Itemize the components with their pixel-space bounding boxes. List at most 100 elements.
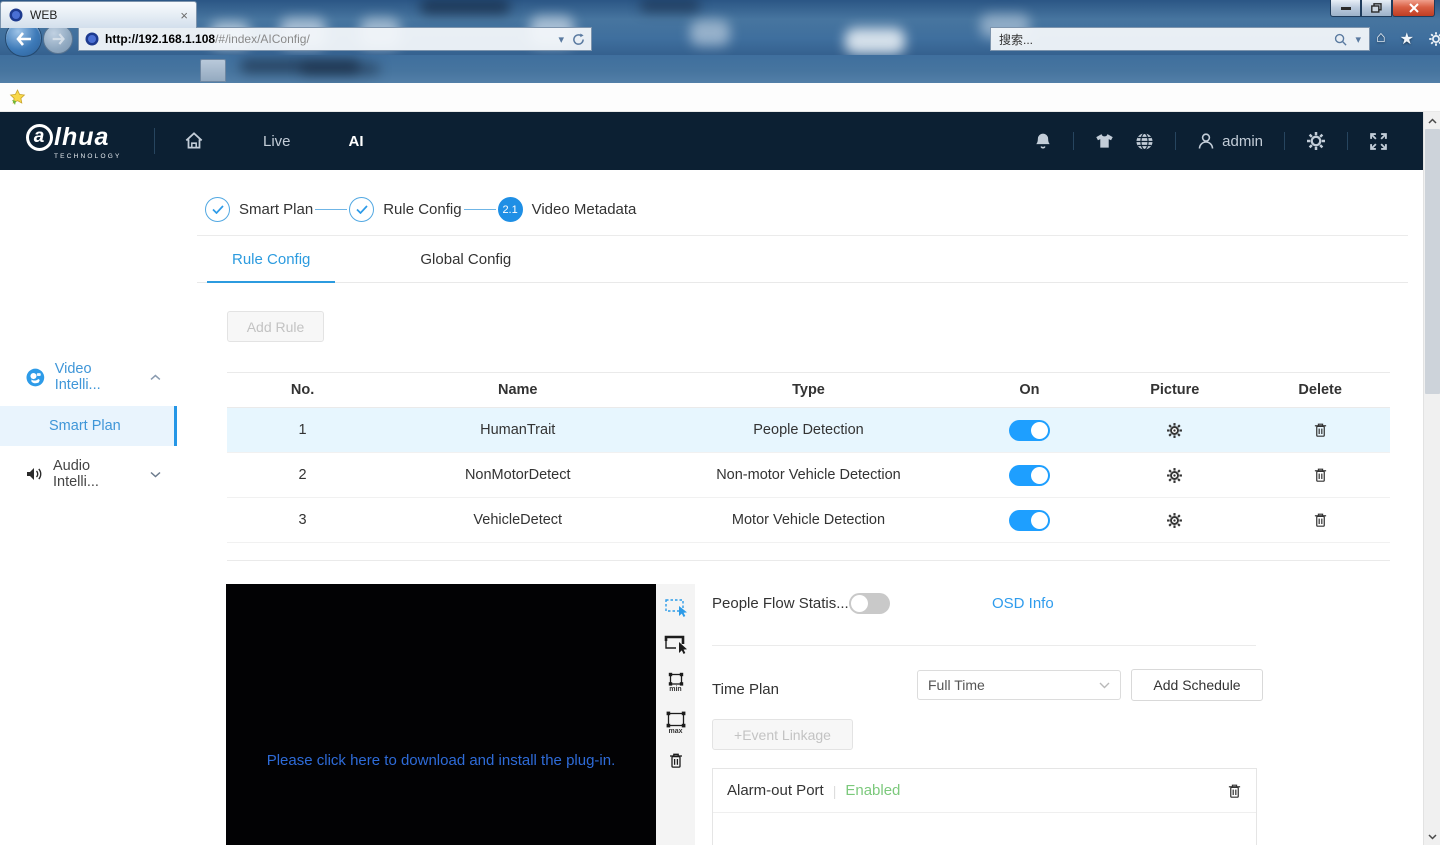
tab-global-config[interactable]: Global Config (395, 243, 536, 283)
page-favicon (85, 32, 99, 46)
rule-table: No. Name Type On Picture Delete 1 HumanT… (227, 372, 1390, 561)
rule-on-toggle[interactable] (1009, 465, 1050, 486)
divider (154, 128, 155, 154)
search-dropdown-icon[interactable]: ▾ (1355, 33, 1361, 46)
step-label[interactable]: Rule Config (383, 201, 461, 218)
scrollbar-thumb[interactable] (1425, 129, 1440, 394)
search-input[interactable]: 搜索... ▾ (990, 27, 1370, 51)
sidebar-item-video-intelligence[interactable]: Video Intelli... (0, 358, 177, 396)
picture-config-gear-icon[interactable] (1166, 422, 1183, 439)
aero-ghost (845, 28, 905, 54)
delete-drawing-icon[interactable] (664, 752, 688, 769)
logo-subtext: TECHNOLOGY (54, 153, 146, 160)
alarm-out-status: Enabled (845, 782, 900, 799)
add-rule-button[interactable]: Add Rule (227, 311, 324, 342)
col-on: On (960, 382, 1100, 398)
cell-name: NonMotorDetect (378, 467, 657, 483)
alarm-out-label: Alarm-out Port (727, 782, 824, 799)
page-scrollbar[interactable] (1423, 112, 1440, 845)
user-icon (1197, 132, 1215, 150)
tab-title: WEB (30, 8, 57, 22)
step-label[interactable]: Video Metadata (532, 201, 637, 218)
people-flow-toggle[interactable] (849, 593, 890, 614)
shirt-icon[interactable] (1095, 133, 1114, 150)
back-icon (18, 33, 31, 45)
rule-on-toggle[interactable] (1009, 510, 1050, 531)
table-row[interactable]: 3 VehicleDetect Motor Vehicle Detection (227, 498, 1390, 543)
picture-config-gear-icon[interactable] (1166, 512, 1183, 529)
col-name: Name (378, 382, 657, 398)
table-row[interactable]: 1 HumanTrait People Detection (227, 408, 1390, 453)
nav-item-live[interactable]: Live (263, 133, 291, 150)
divider (1347, 132, 1348, 150)
table-row[interactable]: 2 NonMotorDetect Non-motor Vehicle Detec… (227, 453, 1390, 498)
max-size-icon[interactable]: max (664, 710, 688, 735)
delete-trash-icon[interactable] (1313, 512, 1328, 528)
minimize-button[interactable] (1330, 0, 1361, 17)
fullscreen-icon[interactable] (1369, 132, 1388, 151)
step-done-icon (349, 197, 374, 222)
draw-toolbar: min max (656, 584, 695, 845)
bell-icon[interactable] (1034, 132, 1052, 151)
tab-close-icon[interactable]: × (180, 9, 188, 22)
tab-rule-config[interactable]: Rule Config (207, 243, 335, 283)
aero-ghost (690, 20, 730, 46)
close-button[interactable] (1392, 0, 1435, 17)
home-icon[interactable] (183, 130, 205, 152)
people-flow-label: People Flow Statis... (712, 595, 849, 612)
picture-config-gear-icon[interactable] (1166, 467, 1183, 484)
step-connector (315, 209, 347, 210)
step-connector (464, 209, 496, 210)
new-tab-button[interactable] (200, 59, 226, 82)
col-picture: Picture (1099, 382, 1250, 398)
settings-gear-icon[interactable] (1306, 131, 1326, 151)
favorite-star-icon[interactable] (9, 89, 26, 106)
step-label[interactable]: Smart Plan (239, 201, 313, 218)
cell-no: 3 (227, 512, 378, 528)
browser-tab[interactable]: WEB × (0, 1, 197, 28)
sidebar-item-label: Audio Intelli... (53, 458, 140, 490)
rule-on-toggle[interactable] (1009, 420, 1050, 441)
separator: | (833, 783, 837, 799)
tab-favicon (9, 8, 23, 22)
divider (197, 235, 1408, 236)
address-bar[interactable]: http://192.168.1.108/#/index/AIConfig/ ▾ (78, 27, 592, 51)
browser-star-icon[interactable]: ★ (1400, 29, 1414, 49)
globe-icon[interactable] (1135, 132, 1154, 151)
scroll-up-icon[interactable] (1424, 112, 1440, 129)
logo-text: lhua (54, 123, 109, 152)
aero-ghost (640, 0, 700, 12)
browser-forward-button[interactable] (43, 24, 73, 54)
draw-rule-icon[interactable] (664, 597, 688, 617)
scroll-down-icon[interactable] (1424, 828, 1440, 845)
time-plan-select[interactable]: Full Time (917, 670, 1121, 700)
plugin-download-link[interactable]: Please click here to download and instal… (226, 752, 656, 769)
dahua-logo: alhua TECHNOLOGY (26, 123, 146, 160)
cell-type: Motor Vehicle Detection (657, 512, 959, 528)
sidebar-item-audio-intelligence[interactable]: Audio Intelli... (0, 455, 177, 493)
osd-info-link[interactable]: OSD Info (992, 595, 1054, 612)
nav-item-ai[interactable]: AI (349, 133, 364, 150)
draw-exclusion-icon[interactable] (664, 634, 688, 654)
alarm-out-header: Alarm-out Port | Enabled (713, 769, 1256, 813)
restore-button[interactable] (1361, 0, 1392, 17)
step-current-badge: 2.1 (498, 197, 523, 222)
refresh-icon[interactable] (572, 33, 585, 46)
event-linkage-button[interactable]: +Event Linkage (712, 719, 853, 750)
url-dropdown-icon[interactable]: ▾ (558, 33, 564, 46)
alarm-delete-trash-icon[interactable] (1227, 783, 1242, 799)
search-icon[interactable] (1334, 33, 1347, 46)
wizard-steps: Smart Plan Rule Config 2.1 Video Metadat… (205, 197, 636, 222)
delete-trash-icon[interactable] (1313, 467, 1328, 483)
browser-tools-icon[interactable] (1428, 29, 1440, 49)
sidebar-item-smart-plan[interactable]: Smart Plan (0, 406, 177, 446)
url-host: http://192.168.1.108 (105, 32, 215, 46)
config-tabs: Rule Config Global Config (197, 243, 1408, 283)
browser-home-icon[interactable]: ⌂ (1376, 29, 1386, 49)
sidebar: Video Intelli... Smart Plan Audio Intell… (0, 170, 177, 845)
add-schedule-button[interactable]: Add Schedule (1131, 669, 1263, 701)
delete-trash-icon[interactable] (1313, 422, 1328, 438)
user-menu[interactable]: admin (1197, 132, 1263, 150)
min-size-icon[interactable]: min (664, 671, 688, 693)
time-plan-label: Time Plan (712, 681, 779, 698)
